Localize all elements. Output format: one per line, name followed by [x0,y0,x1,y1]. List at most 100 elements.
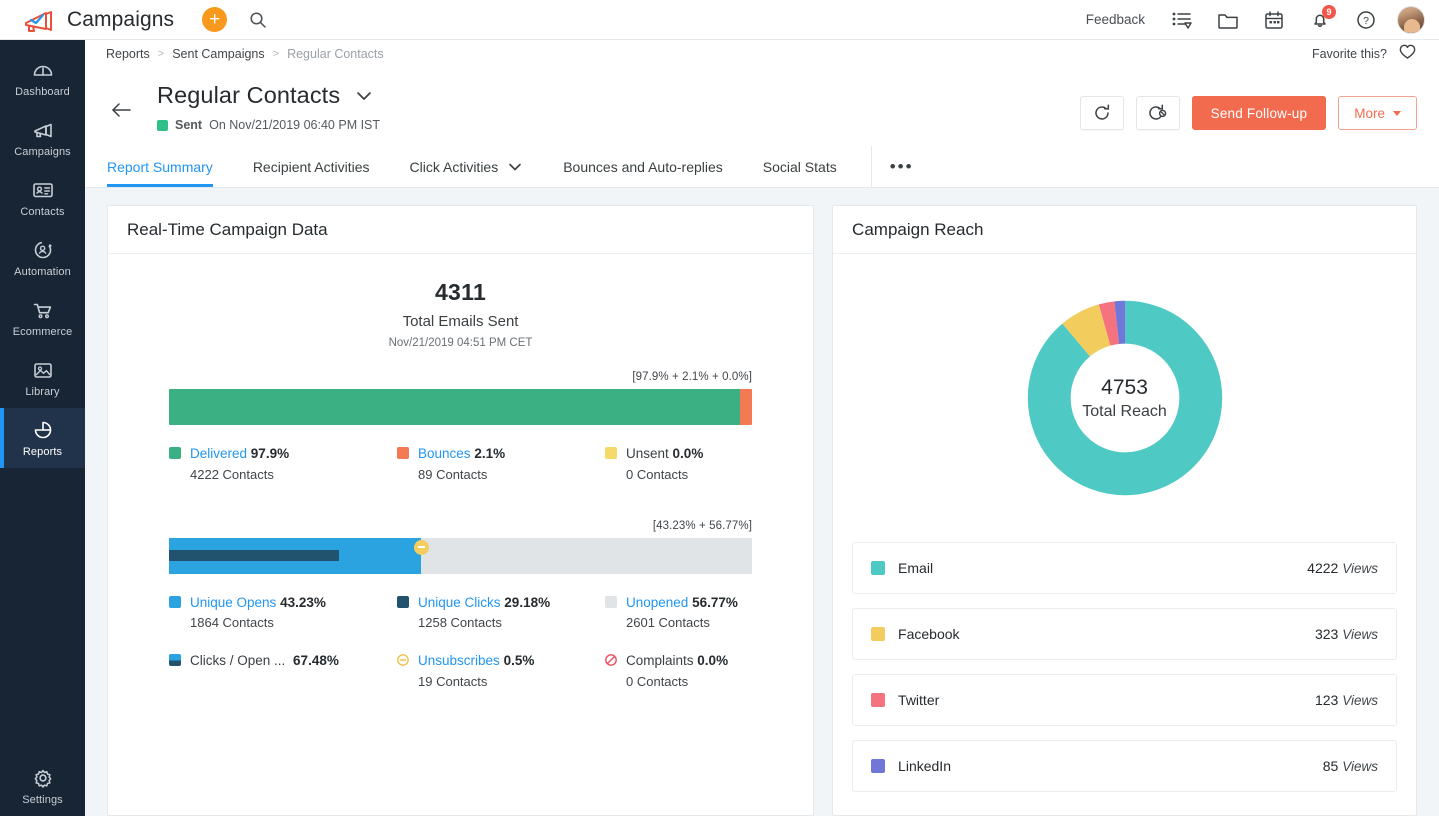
tab-label: Recipient Activities [253,159,370,175]
sidebar-item-dashboard[interactable]: Dashboard [0,48,85,108]
legend-value: 2.1% [474,446,505,461]
tab-report-summary[interactable]: Report Summary [107,146,233,187]
legend-item-unopened[interactable]: Unopened 56.77% 2601 Contacts [605,593,752,631]
tab-label: Bounces and Auto-replies [563,159,723,175]
stats-body: 4311 Total Emails Sent Nov/21/2019 04:51… [108,254,813,689]
chevron-down-icon[interactable] [354,89,374,102]
bar-segment-unique-clicks[interactable] [169,550,339,561]
circle-minus-icon [397,654,409,666]
reach-row-linkedin[interactable]: LinkedIn 85 Views [852,740,1397,792]
reach-list: Email 4222 Views Facebook 323 Views Twit… [833,542,1416,792]
legend-swatch [397,596,409,608]
tab-overflow-button[interactable]: ••• [871,146,932,187]
panel-title: Real-Time Campaign Data [127,220,328,240]
breadcrumb-item-reports[interactable]: Reports [106,47,150,61]
legend-item-delivered[interactable]: Delivered 97.9% 4222 Contacts [169,444,397,482]
sidebar-item-settings[interactable]: Settings [0,756,85,816]
legend-label: Clicks / Open ... [190,653,285,668]
open-bar[interactable] [169,538,752,574]
sidebar-item-reports[interactable]: Reports [0,408,85,468]
legend-value: 97.9% [251,446,289,461]
legend-item-bounces[interactable]: Bounces 2.1% 89 Contacts [397,444,605,482]
search-icon[interactable] [249,11,267,29]
bar-segment-delivered[interactable] [169,389,740,425]
megaphone-icon [31,119,55,141]
heart-icon [1398,43,1417,65]
prohibition-icon [605,654,617,666]
top-bar-actions: Feedback [1072,0,1439,40]
legend-label[interactable]: Delivered [190,446,247,461]
breadcrumb-separator: > [158,48,164,60]
bell-icon[interactable]: 9 [1297,0,1343,40]
legend-label[interactable]: Unopened [626,595,688,610]
tab-label: Click Activities [410,159,499,175]
breadcrumb-item-current: Regular Contacts [287,47,384,61]
reach-row-facebook[interactable]: Facebook 323 Views [852,608,1397,660]
send-follow-up-button[interactable]: Send Follow-up [1192,96,1327,130]
reach-row-twitter[interactable]: Twitter 123 Views [852,674,1397,726]
tab-bar: Report Summary Recipient Activities Clic… [85,146,1439,188]
refresh-button[interactable] [1080,96,1124,130]
reach-value: 85 [1323,758,1339,774]
reach-value-wrap: 4222 Views [1307,560,1378,576]
reach-value: 123 [1315,692,1338,708]
reach-label: Twitter [898,692,939,708]
reach-donut-chart[interactable]: 4753 Total Reach [833,254,1416,542]
sidebar-item-automation[interactable]: Automation [0,228,85,288]
list-filter-icon[interactable] [1159,0,1205,40]
sidebar-item-ecommerce[interactable]: Ecommerce [0,288,85,348]
reach-value-wrap: 123 Views [1315,692,1378,708]
delivery-bar[interactable] [169,389,752,425]
reach-label: Email [898,560,933,576]
legend-item-unsubscribes[interactable]: Unsubscribes 0.5% 19 Contacts [397,651,605,689]
folder-icon[interactable] [1205,0,1251,40]
breadcrumb-item-sent-campaigns[interactable]: Sent Campaigns [172,47,264,61]
total-emails-caption: Total Emails Sent [108,313,813,330]
sidebar-item-label: Contacts [20,206,64,218]
more-button[interactable]: More [1338,96,1417,130]
legend-label[interactable]: Unique Opens [190,595,276,610]
help-icon[interactable]: ? [1343,0,1389,40]
tab-click-activities[interactable]: Click Activities [390,146,544,187]
sidebar-item-contacts[interactable]: Contacts [0,168,85,228]
brand-title: Campaigns [67,8,174,32]
notification-badge: 9 [1322,5,1336,19]
reach-row-email[interactable]: Email 4222 Views [852,542,1397,594]
legend-label[interactable]: Unique Clicks [418,595,501,610]
legend-swatch [169,447,181,459]
open-bar-wrap: [43.23% + 56.77%] [169,520,752,574]
breadcrumb-separator: > [273,48,279,60]
legend-label[interactable]: Bounces [418,446,471,461]
sidebar-item-library[interactable]: Library [0,348,85,408]
brand[interactable]: Campaigns [0,6,174,34]
legend-swatch [397,447,409,459]
tab-recipient-activities[interactable]: Recipient Activities [233,146,390,187]
back-button[interactable] [107,102,137,118]
legend-value: 29.18% [504,595,550,610]
reach-label: LinkedIn [898,758,951,774]
open-legend: Unique Opens 43.23% 1864 Contacts Unique… [169,593,752,689]
tab-label: Report Summary [107,159,213,175]
feedback-link[interactable]: Feedback [1072,12,1159,27]
auto-refresh-button[interactable] [1136,96,1180,130]
reach-label: Facebook [898,626,959,642]
unsubscribe-marker-icon[interactable] [414,540,429,555]
bar-segment-bounces[interactable] [740,389,752,425]
legend-sub: 4222 Contacts [190,467,289,482]
legend-sub: 0 Contacts [626,467,703,482]
calendar-icon[interactable] [1251,0,1297,40]
tab-bounces-auto-replies[interactable]: Bounces and Auto-replies [543,146,743,187]
svg-text:?: ? [1363,15,1369,27]
avatar[interactable] [1397,6,1425,34]
add-button[interactable]: + [202,7,227,32]
legend-item-unique-clicks[interactable]: Unique Clicks 29.18% 1258 Contacts [397,593,605,631]
sidebar-item-campaigns[interactable]: Campaigns [0,108,85,168]
favorite-toggle[interactable]: Favorite this? [1312,43,1417,65]
legend-label[interactable]: Unsubscribes [418,653,500,668]
sidebar-item-label: Automation [14,266,71,278]
legend-item-unique-opens[interactable]: Unique Opens 43.23% 1864 Contacts [169,593,397,631]
reach-unit: Views [1342,759,1378,774]
reach-unit: Views [1342,693,1378,708]
gear-icon [31,767,55,789]
tab-social-stats[interactable]: Social Stats [743,146,857,187]
